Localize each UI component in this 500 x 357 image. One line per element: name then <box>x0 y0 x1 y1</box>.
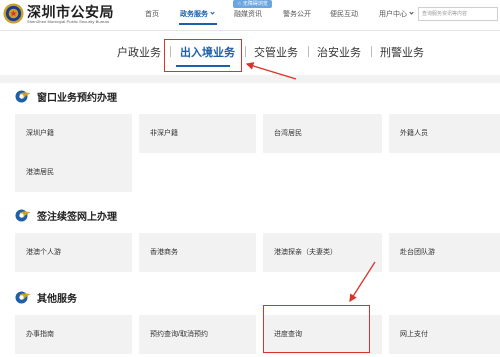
nav-home[interactable]: 首页 <box>145 9 159 19</box>
card-taiwan-group-tour[interactable]: 赴台团队游 <box>389 233 500 272</box>
card-hk-macao-individual-tour[interactable]: 港澳个人游 <box>15 233 132 272</box>
card-shenzhen-hukou[interactable]: 深圳户籍 <box>15 114 132 153</box>
site-subtitle: ShenZhen Municipal Public Security Burea… <box>27 19 110 24</box>
site-header: 深圳市公安局 ShenZhen Municipal Public Securit… <box>0 0 500 30</box>
nav-user-center-label: 用户中心 <box>379 11 407 18</box>
section-band <box>0 75 500 83</box>
card-family-visit[interactable]: 港澳探亲（夫妻类） <box>263 233 382 272</box>
card-taiwan-residents[interactable]: 台湾居民 <box>263 114 382 153</box>
chevron-down-icon <box>210 10 215 15</box>
nav-user-center[interactable]: 用户中心 <box>379 9 414 19</box>
card-booking-query-cancel[interactable]: 预约查询/取消预约 <box>139 315 256 354</box>
card-non-shenzhen-hukou[interactable]: 非深户籍 <box>139 114 256 153</box>
nav-media-news[interactable]: 融媒资讯 <box>234 9 262 19</box>
tab-household[interactable]: 户政业务 <box>117 44 161 60</box>
tab-criminal[interactable]: 刑警业务 <box>380 44 424 60</box>
search-input[interactable]: 查询服务资讯等内容 <box>418 7 498 21</box>
card-hk-business[interactable]: 香港商务 <box>139 233 256 272</box>
tab-divider <box>245 46 246 57</box>
section-title-other-services: 其他服务 <box>15 290 77 305</box>
section-icon <box>15 291 31 304</box>
card-service-guide[interactable]: 办事指南 <box>15 315 132 354</box>
section-title-text: 窗口业务预约办理 <box>37 93 117 104</box>
section-title-endorsement: 签注续签网上办理 <box>15 208 117 223</box>
tab-divider <box>371 46 372 57</box>
card-online-payment[interactable]: 网上支付 <box>389 315 500 354</box>
police-badge-icon <box>3 3 24 24</box>
card-foreigners[interactable]: 外籍人员 <box>389 114 500 153</box>
tab-divider <box>308 46 309 57</box>
tab-traffic[interactable]: 交管业务 <box>254 44 298 60</box>
section-icon <box>15 90 31 103</box>
nav-police-affairs[interactable]: 警务公开 <box>283 9 311 19</box>
nav-gov-services-label: 政务服务 <box>180 11 208 18</box>
accessibility-tag[interactable]: ☆ 无障碍浏览 <box>233 0 272 8</box>
section-title-text: 其他服务 <box>37 294 77 305</box>
card-highlight-box <box>263 305 370 353</box>
card-hk-macao-residents[interactable]: 港澳居民 <box>15 153 132 192</box>
section-title-window-booking: 窗口业务预约办理 <box>15 89 117 104</box>
nav-gov-services[interactable]: 政务服务 <box>180 9 215 19</box>
section-icon <box>15 209 31 222</box>
section-title-text: 签注续签网上办理 <box>37 212 117 223</box>
tab-highlight-box <box>164 39 242 72</box>
category-tabs: 户政业务 出入境业务 交管业务 治安业务 刑警业务 <box>0 31 500 75</box>
chevron-down-icon <box>409 10 414 15</box>
tab-public-security[interactable]: 治安业务 <box>317 44 361 60</box>
nav-interaction[interactable]: 便民互动 <box>330 9 358 19</box>
nav-active-indicator <box>179 23 217 25</box>
